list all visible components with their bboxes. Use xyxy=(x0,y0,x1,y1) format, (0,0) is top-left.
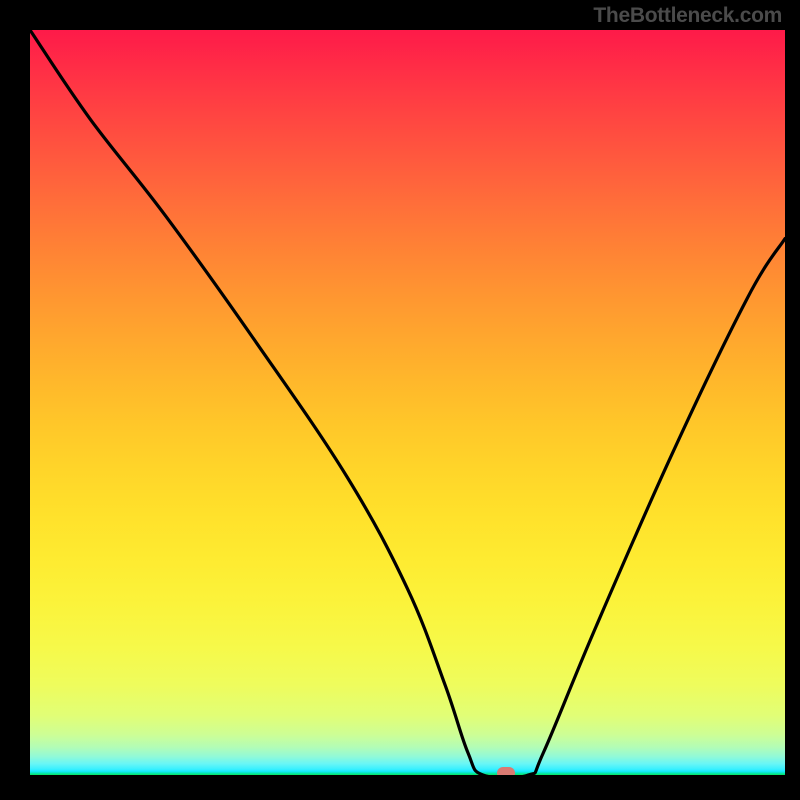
optimal-point-marker xyxy=(497,767,515,775)
bottleneck-curve xyxy=(30,30,785,775)
plot-area xyxy=(30,30,785,775)
chart-container: TheBottleneck.com xyxy=(0,0,800,800)
watermark-text: TheBottleneck.com xyxy=(593,4,782,28)
